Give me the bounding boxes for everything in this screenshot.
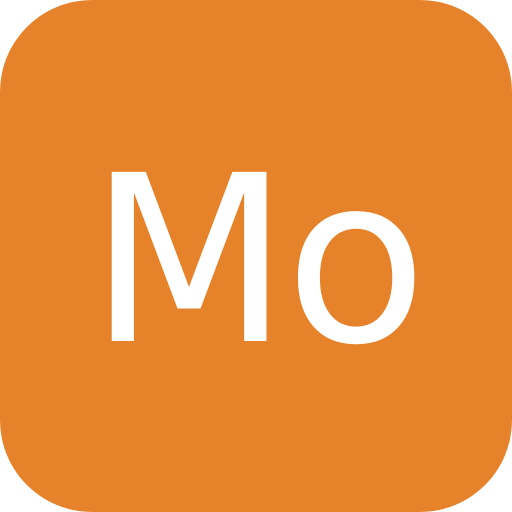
app-icon-mo: Mo (0, 0, 512, 512)
app-icon-label: Mo (88, 126, 427, 396)
